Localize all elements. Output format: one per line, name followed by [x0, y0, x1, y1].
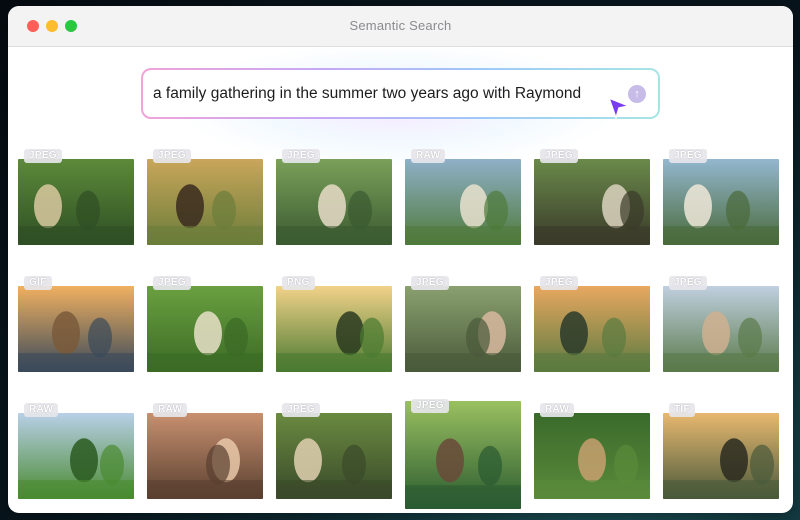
photo-thumbnail [534, 159, 650, 245]
photo-thumbnail [147, 413, 263, 499]
format-badge: RAW [153, 403, 188, 417]
window-title: Semantic Search [349, 18, 452, 33]
format-badge: JPEG [153, 276, 191, 290]
format-badge: JPEG [282, 403, 320, 417]
app-window: Semantic Search a family gathering in th… [8, 6, 793, 513]
result-image[interactable] [276, 159, 392, 245]
format-badge: JPEG [540, 276, 578, 290]
photo-thumbnail [276, 286, 392, 372]
photo-thumbnail [663, 159, 779, 245]
result-image[interactable] [663, 413, 779, 499]
result-image[interactable] [147, 413, 263, 499]
title-bar: Semantic Search [8, 6, 793, 47]
photo-thumbnail [276, 413, 392, 499]
photo-thumbnail [18, 413, 134, 499]
photo-thumbnail [405, 286, 521, 372]
format-badge: JPEG [24, 149, 62, 163]
search-input-container[interactable]: a family gathering in the summer two yea… [143, 70, 658, 117]
result-image[interactable] [663, 286, 779, 372]
result-image[interactable] [405, 286, 521, 372]
result-image[interactable] [276, 286, 392, 372]
format-badge: PNG [282, 276, 315, 290]
photo-thumbnail [405, 401, 521, 509]
result-image[interactable] [18, 413, 134, 499]
photo-thumbnail [147, 159, 263, 245]
photo-thumbnail [18, 286, 134, 372]
photo-thumbnail [534, 286, 650, 372]
photo-thumbnail [18, 159, 134, 245]
format-badge: JPEG [669, 149, 707, 163]
format-badge: JPEG [153, 149, 191, 163]
result-image[interactable] [18, 159, 134, 245]
result-image[interactable] [276, 413, 392, 499]
result-image[interactable] [405, 159, 521, 245]
format-badge: TIF [669, 403, 695, 417]
photo-thumbnail [276, 159, 392, 245]
format-badge: JPEG [540, 149, 578, 163]
result-image[interactable] [534, 286, 650, 372]
pointer-cursor-icon [608, 97, 630, 119]
result-image[interactable] [405, 401, 521, 509]
format-badge: RAW [24, 403, 59, 417]
result-image[interactable] [147, 286, 263, 372]
format-badge: JPEG [411, 276, 449, 290]
result-image[interactable] [18, 286, 134, 372]
format-badge: JPEG [669, 276, 707, 290]
format-badge: GIF [24, 276, 52, 290]
result-image[interactable] [147, 159, 263, 245]
search-input[interactable]: a family gathering in the summer two yea… [153, 85, 581, 103]
photo-thumbnail [663, 286, 779, 372]
result-image[interactable] [663, 159, 779, 245]
photo-thumbnail [663, 413, 779, 499]
result-image[interactable] [534, 159, 650, 245]
result-image[interactable] [534, 413, 650, 499]
photo-thumbnail [534, 413, 650, 499]
photo-thumbnail [147, 286, 263, 372]
format-badge: RAW [411, 149, 446, 163]
photo-thumbnail [405, 159, 521, 245]
format-badge: RAW [540, 403, 575, 417]
search-bar[interactable]: a family gathering in the summer two yea… [141, 68, 660, 119]
format-badge: JPEG [411, 399, 449, 413]
format-badge: JPEG [282, 149, 320, 163]
